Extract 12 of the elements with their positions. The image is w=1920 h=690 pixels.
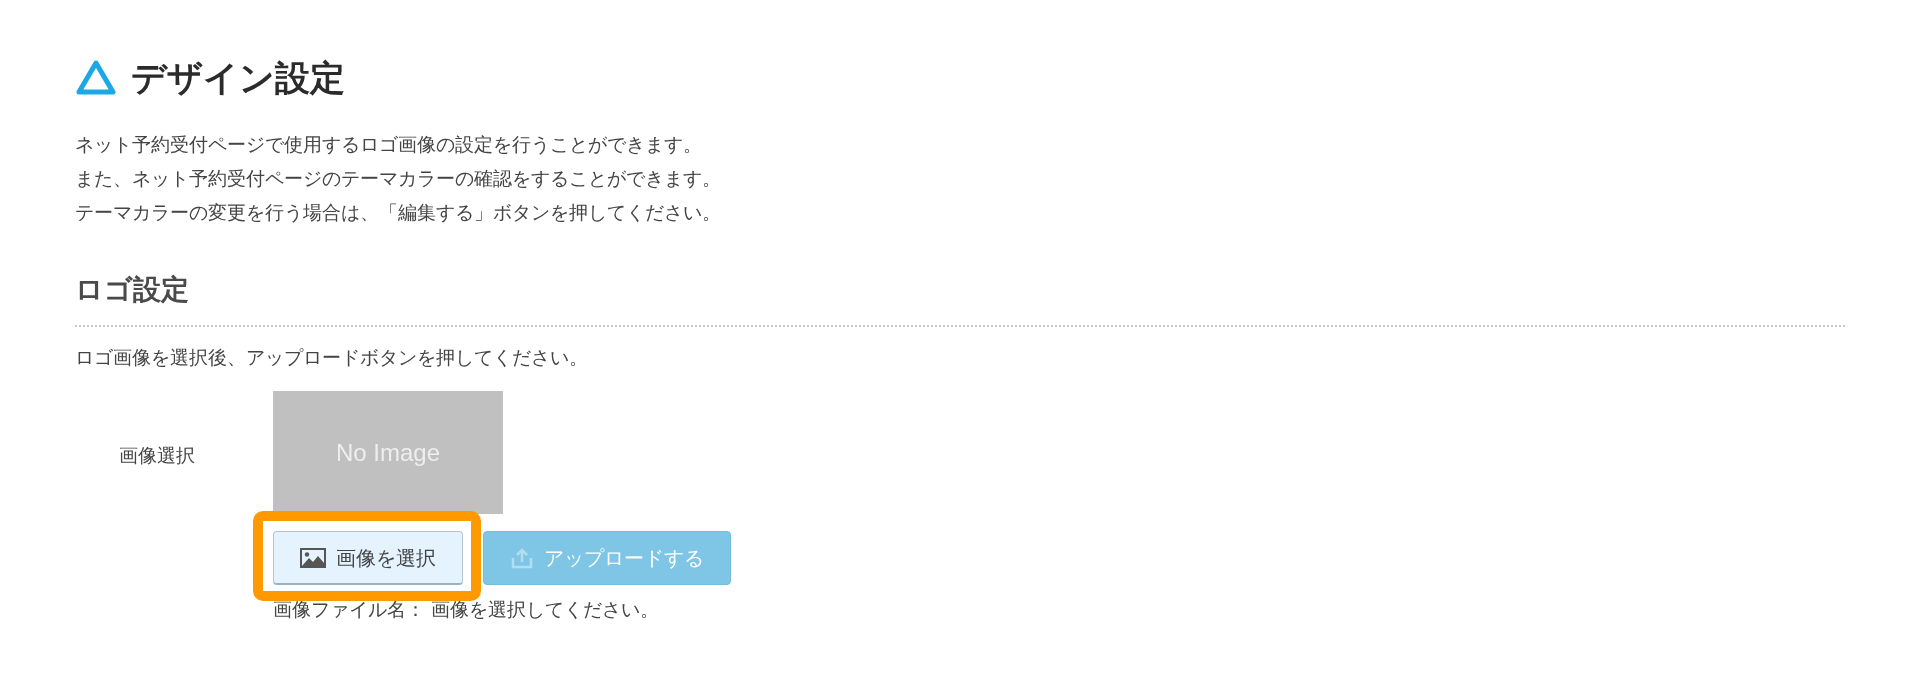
instruction-text: ロゴ画像を選択後、アップロードボタンを押してください。 [75, 344, 589, 370]
field-label: 画像選択 [119, 444, 195, 466]
page-title: デザイン設定 [131, 57, 345, 100]
description-text: テーマカラーの変更を行う場合は、「編集する」ボタンを押してください。 [75, 199, 722, 225]
description-text: また、ネット予約受付ページのテーマカラーの確認をすることができます。 [75, 165, 722, 191]
triangle-icon [75, 59, 117, 98]
select-image-button[interactable]: 画像を選択 [273, 531, 463, 585]
image-icon [300, 547, 326, 568]
upload-icon [510, 546, 534, 570]
file-name-text: 画像ファイル名： 画像を選択してください。 [273, 597, 661, 622]
description-text: ネット予約受付ページで使用するロゴ画像の設定を行うことができます。 [75, 131, 703, 157]
section-heading: ロゴ設定 [75, 271, 190, 308]
